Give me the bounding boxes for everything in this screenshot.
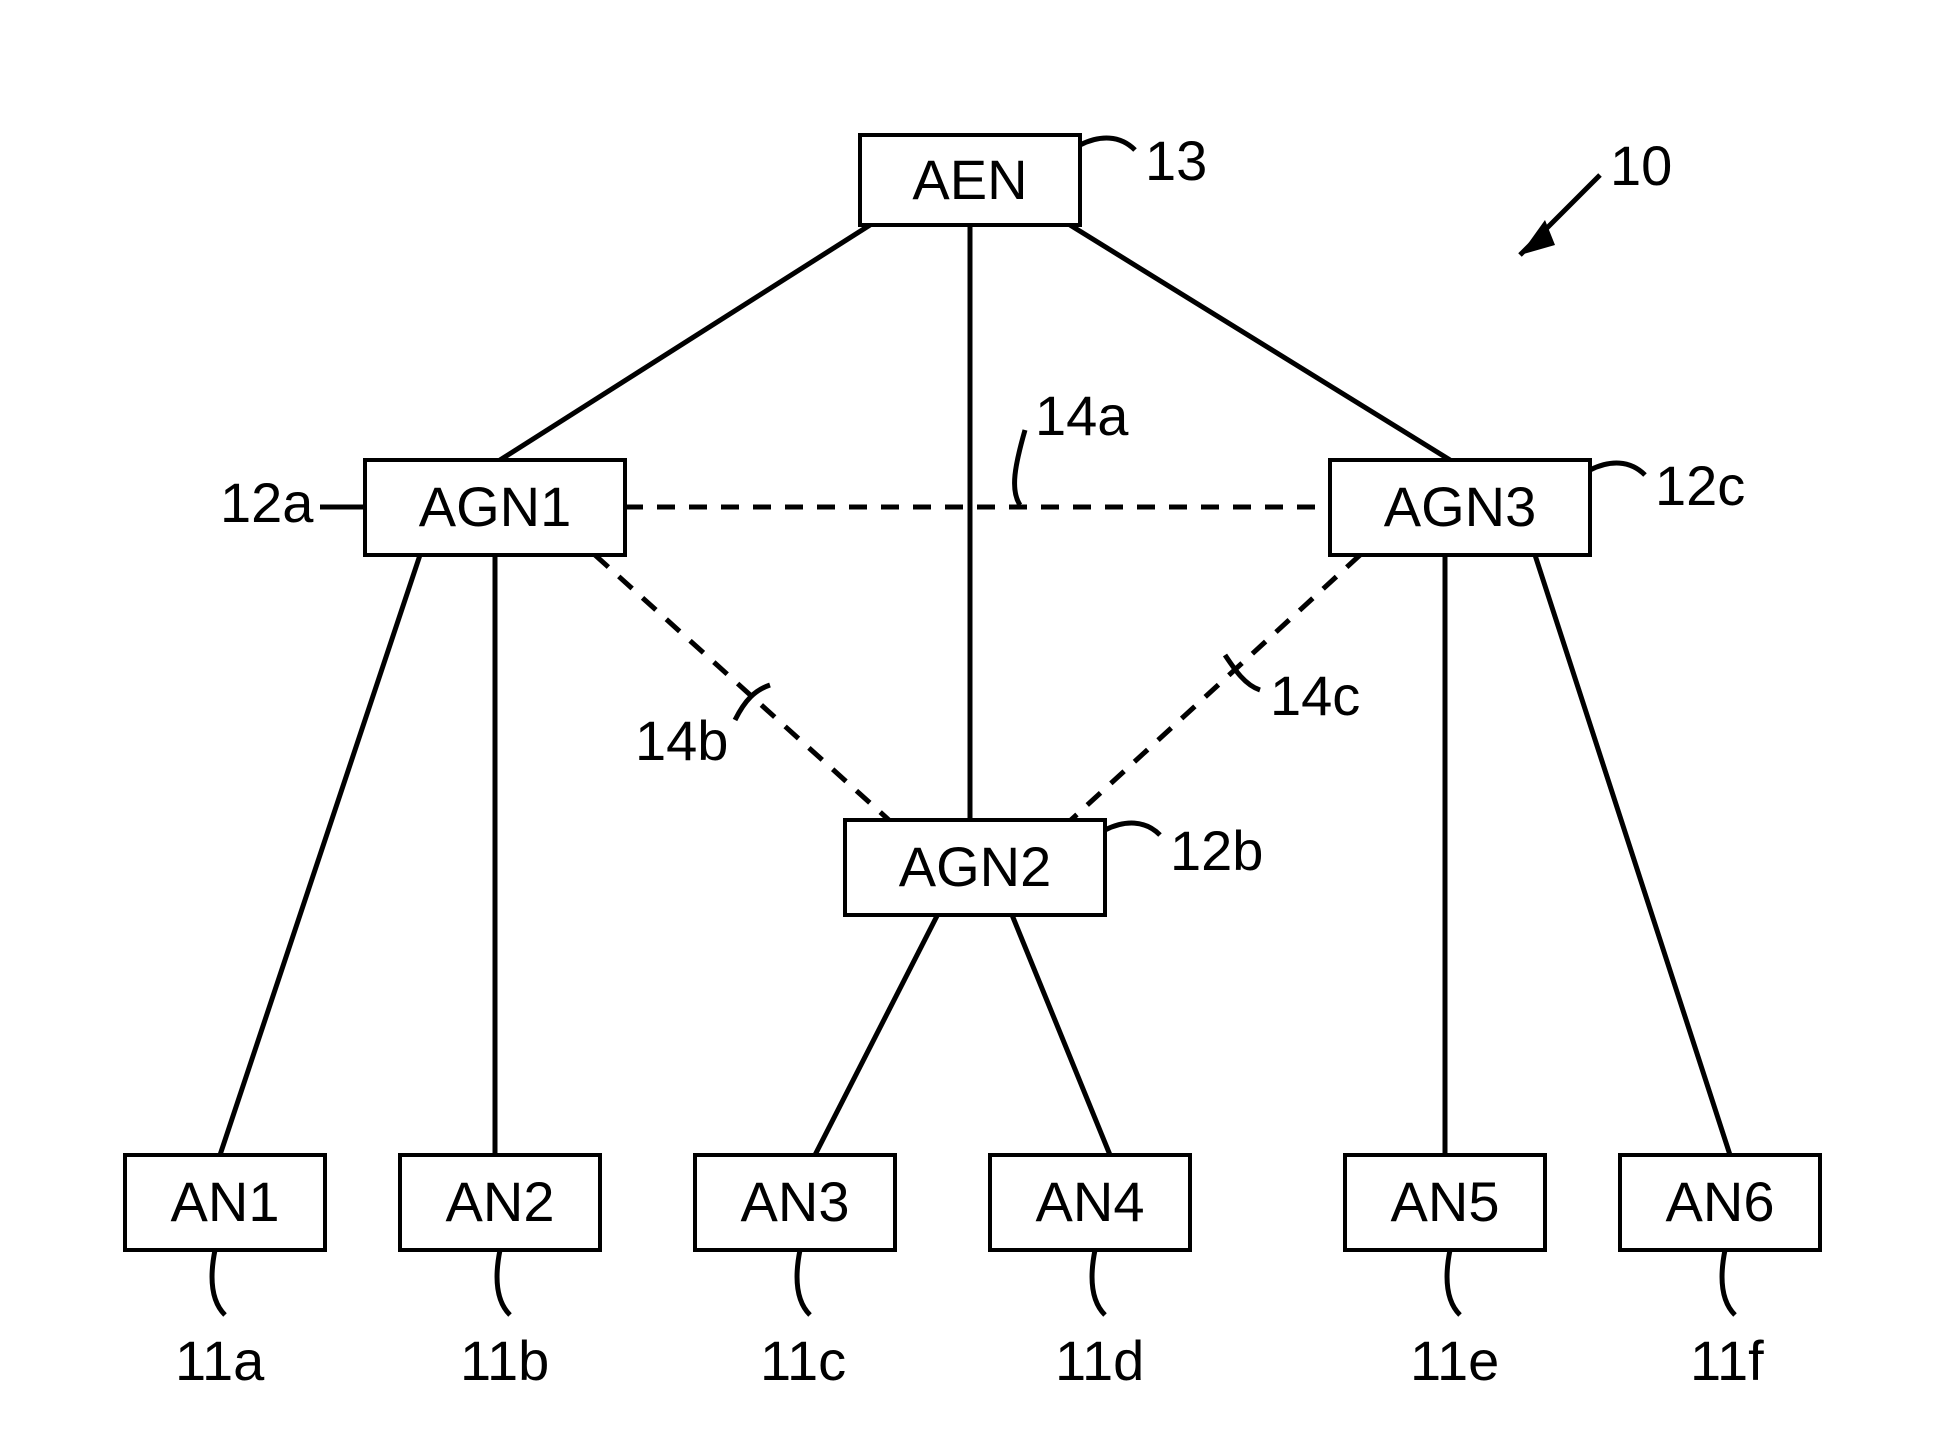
ref-10-group: 10 bbox=[1520, 134, 1672, 255]
tick-12b bbox=[1105, 823, 1160, 835]
edge-14b bbox=[595, 555, 900, 830]
node-an2-label: AN2 bbox=[446, 1170, 555, 1233]
edge-agn2-an3 bbox=[815, 910, 940, 1155]
node-an3-label: AN3 bbox=[741, 1170, 850, 1233]
node-an1-label: AN1 bbox=[171, 1170, 280, 1233]
node-an5: AN5 bbox=[1345, 1155, 1545, 1250]
tick-11b bbox=[497, 1250, 510, 1315]
ref-11c: 11c bbox=[760, 1329, 846, 1392]
network-diagram: AEN AGN1 AGN3 AGN2 AN1 AN2 AN3 AN4 AN5 A… bbox=[0, 0, 1938, 1445]
tick-14a bbox=[1015, 430, 1025, 505]
ref-11b: 11b bbox=[460, 1329, 549, 1392]
ref-13: 13 bbox=[1145, 129, 1207, 192]
ref-12c: 12c bbox=[1655, 454, 1745, 517]
node-an6-label: AN6 bbox=[1666, 1170, 1775, 1233]
node-an4: AN4 bbox=[990, 1155, 1190, 1250]
node-agn1: AGN1 bbox=[365, 460, 625, 555]
tick-14b bbox=[735, 685, 770, 720]
ref-11f: 11f bbox=[1690, 1329, 1764, 1392]
ref-11e: 11e bbox=[1410, 1329, 1499, 1392]
tick-13 bbox=[1080, 138, 1135, 150]
ref-14a: 14a bbox=[1035, 384, 1129, 447]
node-an4-label: AN4 bbox=[1036, 1170, 1145, 1233]
edge-aen-agn1 bbox=[500, 225, 870, 460]
node-an2: AN2 bbox=[400, 1155, 600, 1250]
tick-12c bbox=[1590, 463, 1645, 475]
ref-10: 10 bbox=[1610, 134, 1672, 197]
node-aen-label: AEN bbox=[912, 148, 1027, 211]
node-agn1-label: AGN1 bbox=[419, 475, 572, 538]
tick-11e bbox=[1447, 1250, 1460, 1315]
ref-11d: 11d bbox=[1055, 1329, 1144, 1392]
ref-14b: 14b bbox=[635, 709, 728, 772]
ref-12a: 12a bbox=[220, 471, 314, 534]
node-an1: AN1 bbox=[125, 1155, 325, 1250]
tick-11f bbox=[1722, 1250, 1735, 1315]
ref-11a: 11a bbox=[175, 1329, 265, 1392]
node-agn2: AGN2 bbox=[845, 820, 1105, 915]
tick-11d bbox=[1092, 1250, 1105, 1315]
node-aen: AEN bbox=[860, 135, 1080, 225]
edge-agn1-an1 bbox=[220, 555, 420, 1155]
tick-11a bbox=[212, 1250, 225, 1315]
ref-12b: 12b bbox=[1170, 819, 1263, 882]
edge-agn3-an6 bbox=[1535, 555, 1730, 1155]
tick-11c bbox=[797, 1250, 810, 1315]
node-an6: AN6 bbox=[1620, 1155, 1820, 1250]
node-agn3-label: AGN3 bbox=[1384, 475, 1537, 538]
node-agn2-label: AGN2 bbox=[899, 835, 1052, 898]
node-agn3: AGN3 bbox=[1330, 460, 1590, 555]
node-an3: AN3 bbox=[695, 1155, 895, 1250]
node-an5-label: AN5 bbox=[1391, 1170, 1500, 1233]
edge-agn2-an4 bbox=[1010, 910, 1110, 1155]
ref-14c: 14c bbox=[1270, 664, 1360, 727]
